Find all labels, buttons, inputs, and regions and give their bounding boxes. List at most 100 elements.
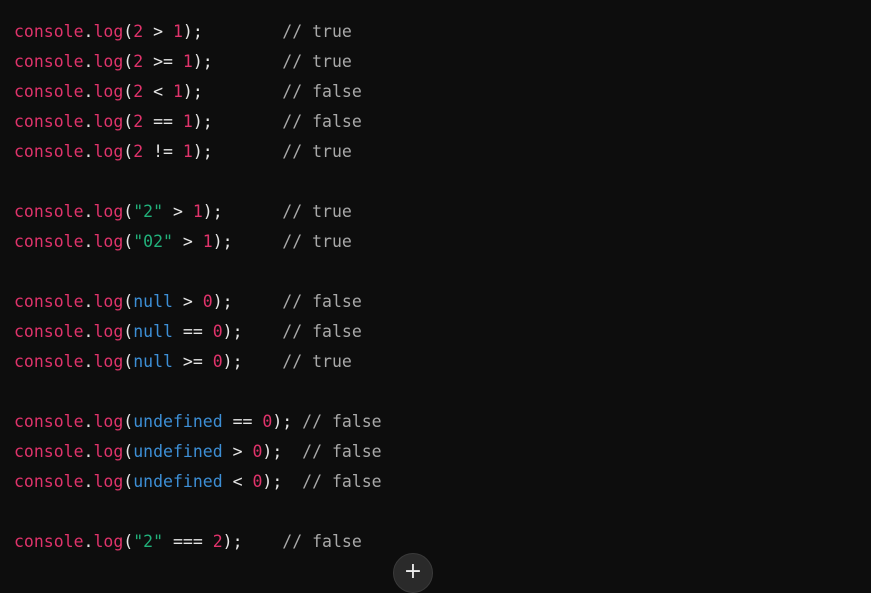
code-token: > [172,232,203,251]
code-token: . [83,292,94,311]
code-token: "2" [133,532,164,551]
code-token: console [14,532,84,551]
code-token: log [93,22,124,41]
code-token: 2 [133,142,144,161]
code-token: . [83,352,94,371]
code-token: log [93,142,124,161]
code-token: // false [282,532,362,551]
code-token: 0 [202,292,213,311]
code-token: ( [123,412,134,431]
code-token: console [14,412,84,431]
code-token: . [83,412,94,431]
code-token: // false [282,82,362,101]
code-token: ); [272,412,293,431]
code-line: console.log(2 == 1); // false [14,107,382,137]
code-token: == [172,322,213,341]
code-token: ( [123,352,134,371]
code-token: 2 [212,532,223,551]
code-token: 1 [182,52,193,71]
code-token: ); [222,532,243,551]
code-token: // true [282,232,352,251]
code-token: > [163,202,193,221]
code-token: ( [123,202,134,221]
code-token: ); [262,472,283,491]
code-token: ); [262,442,283,461]
code-token: console [14,352,84,371]
code-token: console [14,52,84,71]
code-token: ); [202,202,223,221]
code-token: 0 [262,412,273,431]
code-token: log [93,532,124,551]
code-token: "02" [133,232,173,251]
code-token: // false [302,472,382,491]
code-token: ( [123,292,134,311]
code-token: . [83,52,94,71]
code-token: // false [282,112,362,131]
code-lines: console.log(2 > 1); // true console.log(2… [14,17,382,557]
plus-icon[interactable]: + [393,553,433,593]
code-token: ); [212,232,233,251]
code-token: // true [282,352,352,371]
code-token: log [93,82,124,101]
code-token: . [83,232,94,251]
code-token: 1 [172,22,183,41]
code-block: console.log(2 > 1); // true console.log(2… [0,0,871,593]
code-token: 2 [133,52,144,71]
code-token: console [14,472,84,491]
code-token: console [14,232,84,251]
code-token: 1 [182,142,193,161]
code-line: console.log("2" === 2); // false [14,527,382,557]
code-token: >= [172,352,213,371]
code-token: 2 [133,112,144,131]
code-token: ( [123,442,134,461]
code-token: console [14,112,84,131]
code-token: // false [282,322,362,341]
code-token: log [93,52,124,71]
code-token: . [83,532,94,551]
code-token: ); [222,352,243,371]
code-token: ( [123,142,134,161]
code-token: console [14,442,84,461]
code-token: ( [123,52,134,71]
code-token: . [83,442,94,461]
code-token: 1 [202,232,213,251]
code-token: undefined [133,442,223,461]
code-line: console.log(undefined == 0); // false [14,407,382,437]
code-token: > [143,22,173,41]
code-token: log [93,322,124,341]
code-line: console.log("02" > 1); // true [14,227,382,257]
code-token: 0 [212,352,223,371]
code-token: === [163,532,213,551]
code-token: // false [302,412,382,431]
code-token: >= [143,52,183,71]
code-token: console [14,292,84,311]
code-token: console [14,142,84,161]
code-token: // false [302,442,382,461]
code-token: . [83,142,94,161]
code-token: log [93,412,124,431]
code-token: == [222,412,263,431]
code-token: console [14,322,84,341]
code-token: undefined [133,412,223,431]
code-token: . [83,472,94,491]
code-token: log [93,352,124,371]
code-token: != [143,142,183,161]
code-line: console.log(2 >= 1); // true [14,47,382,77]
code-token: . [83,112,94,131]
code-token: ); [182,22,203,41]
code-line: console.log(2 != 1); // true [14,137,382,167]
code-token: // true [282,142,352,161]
